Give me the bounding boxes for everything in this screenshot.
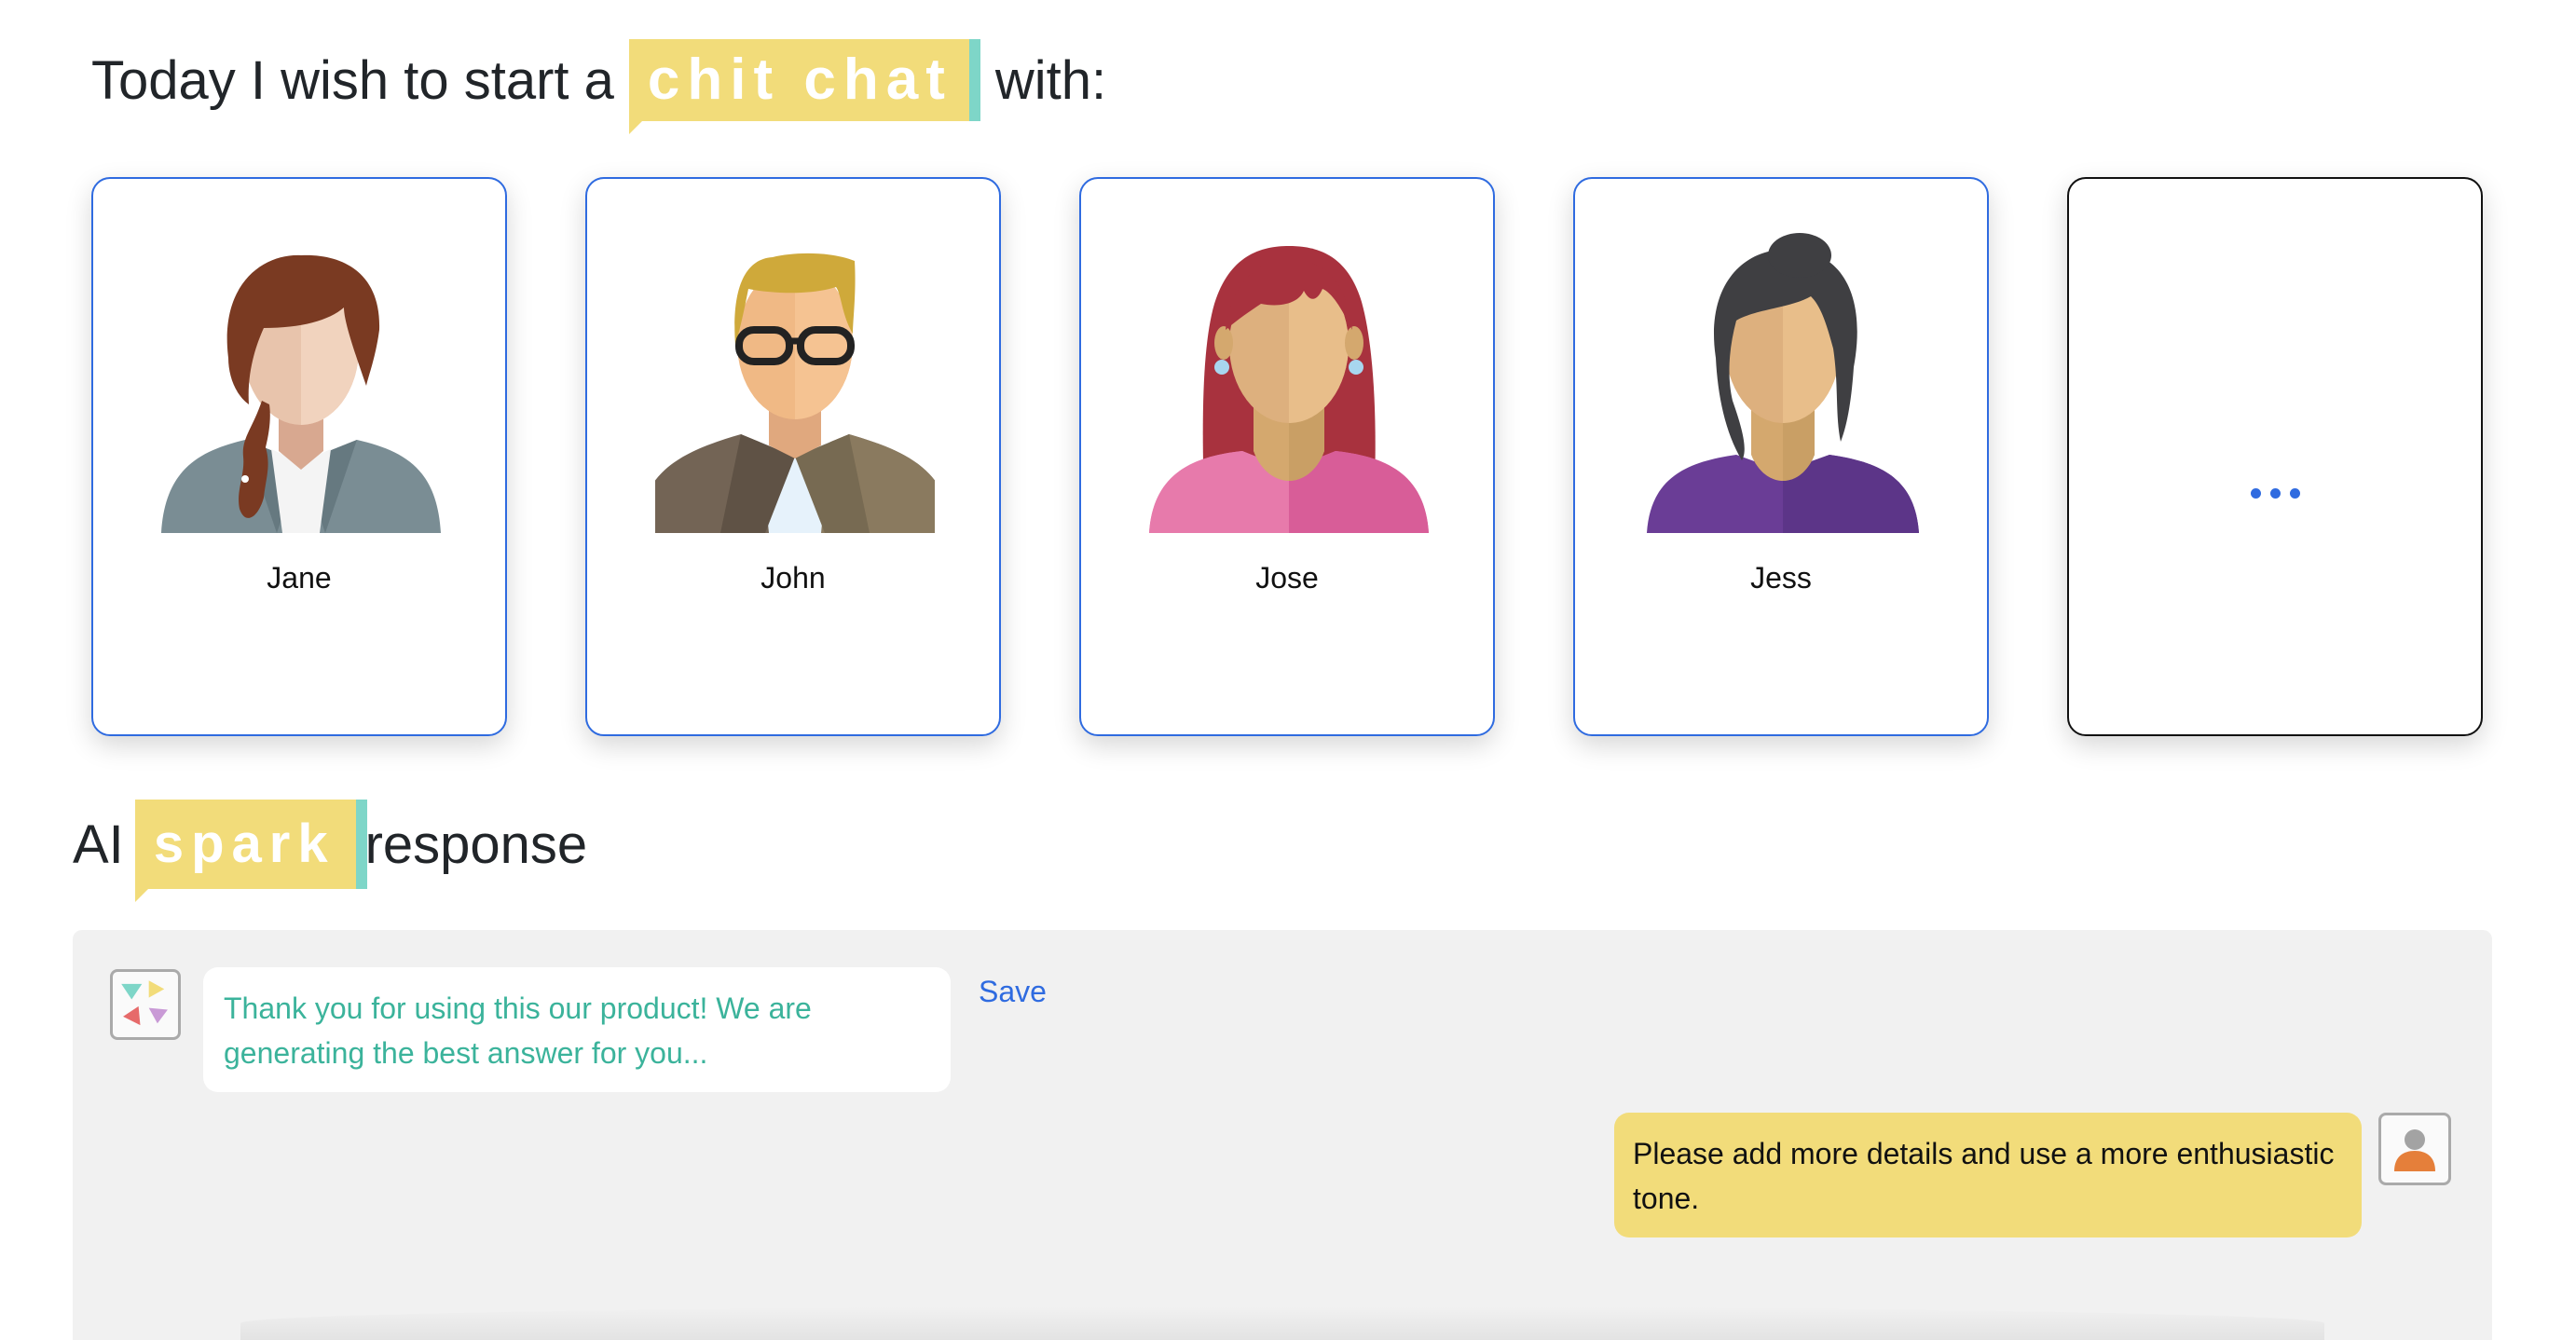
heading-prefix: Today I wish to start a [91, 49, 614, 111]
save-link[interactable]: Save [979, 975, 1047, 1009]
user-avatar [2378, 1113, 2451, 1185]
bot-avatar [110, 969, 181, 1040]
character-card-jess[interactable]: Jess [1573, 177, 1989, 736]
response-heading-suffix: response [364, 814, 588, 875]
response-heading: AI spark response [73, 798, 588, 902]
bot-message: Thank you for using this our product! We… [203, 967, 951, 1092]
response-heading-prefix: AI [73, 814, 124, 875]
spark-logo-icon [121, 980, 168, 1026]
woman-braid-avatar-icon [161, 254, 441, 533]
character-name: John [760, 561, 826, 595]
user-avatar-icon [2394, 1129, 2435, 1171]
man-glasses-avatar-icon [655, 253, 935, 533]
chit-chat-tag: chit chat [628, 39, 969, 134]
page-heading: Today I wish to start a chit chat with: [91, 37, 1107, 134]
spark-tag: spark [134, 800, 356, 902]
ellipsis-icon [2069, 486, 2481, 503]
user-message: Please add more details and use a more e… [1614, 1113, 2362, 1237]
woman-red-hair-avatar-icon [1149, 246, 1429, 533]
chat-panel: Thank you for using this our product! We… [73, 930, 2492, 1340]
character-name: Jess [1750, 561, 1812, 595]
panel-shadow [240, 1306, 2324, 1340]
character-card-jose[interactable]: Jose [1079, 177, 1495, 736]
more-characters-card[interactable] [2067, 177, 2483, 736]
character-card-jane[interactable]: Jane [91, 177, 507, 736]
heading-suffix: with: [994, 49, 1107, 111]
character-name: Jane [267, 561, 332, 595]
woman-dark-hair-avatar-icon [1647, 233, 1919, 533]
character-name: Jose [1255, 561, 1319, 595]
character-card-john[interactable]: John [585, 177, 1001, 736]
